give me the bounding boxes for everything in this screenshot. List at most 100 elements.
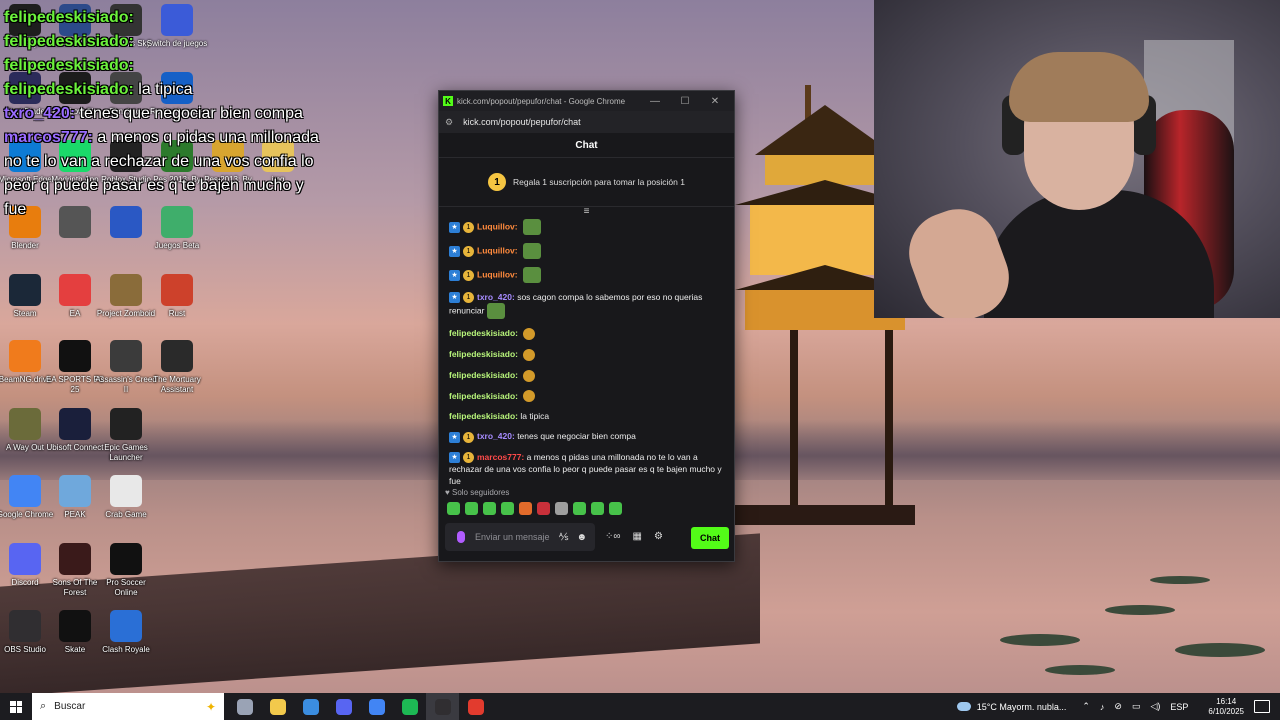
chat-emote [523,369,536,382]
chat-username[interactable]: txro_420: [477,431,515,441]
quick-emote-row[interactable] [447,502,622,515]
emote-6[interactable] [537,502,550,515]
gift-icon[interactable]: ▦ [633,531,642,542]
kicks-icon[interactable]: ⁘∞ [605,531,621,542]
overlay-username: txro_420: [4,105,76,122]
maximize-button[interactable]: ☐ [670,96,700,107]
microphone-icon[interactable] [457,531,465,543]
cloud-weather-icon [956,702,971,711]
minimize-button[interactable]: — [640,96,670,107]
emote-7[interactable] [555,502,568,515]
emote-8[interactable] [573,502,586,515]
close-button[interactable]: ✕ [700,96,730,107]
search-placeholder[interactable]: Buscar [54,701,206,712]
desktop-icon[interactable]: Clash Royale [94,610,158,655]
volume-icon[interactable]: ◁) [1150,701,1160,712]
desktop-icon[interactable]: The Mortuary Assistant [145,340,209,395]
language-indicator[interactable]: ESP [1170,702,1188,712]
emote-2[interactable] [465,502,478,515]
desktop-icon[interactable]: Rust [145,274,209,319]
clock[interactable]: 16:14 6/10/2025 [1208,697,1244,717]
translate-icon[interactable]: ⅍ [559,532,568,543]
overlay-username: felipedeskisiado: [4,57,134,74]
chat-username[interactable]: felipedeskisiado: [449,391,518,401]
overlay-username: felipedeskisiado: [4,9,134,26]
emote-10[interactable] [609,502,622,515]
taskbar-file-explorer-button[interactable] [261,693,294,720]
taskbar-search[interactable]: ⌕ Buscar ✦ [32,693,224,720]
chrome-chat-popup-window[interactable]: K kick.com/popout/pepufor/chat - Google … [438,90,735,562]
taskbar-recorder-button[interactable] [459,693,492,720]
chevron-up-icon[interactable]: ⌃ [1082,701,1090,712]
chat-username[interactable]: Luquillov: [477,269,518,279]
chat-message[interactable]: ★ 1 marcos777: a menos q pidas una millona… [449,451,729,487]
chat-username[interactable]: Luquillov: [477,221,518,231]
desktop-icon-label: Rust [168,309,186,318]
network-off-icon[interactable]: ⊘ [1114,701,1122,712]
clock-date: 6/10/2025 [1208,706,1244,716]
chat-username[interactable]: txro_420: [477,292,515,302]
chat-emote [522,243,541,259]
emote-5[interactable] [519,502,532,515]
chat-message[interactable]: ★ 1 txro_420: sos cagon compa lo sabemos p… [449,291,729,320]
chat-username[interactable]: felipedeskisiado: [449,370,518,380]
file-explorer-icon [269,698,286,715]
chat-message[interactable]: felipedeskisiado: [449,327,729,340]
chat-input-box[interactable]: Enviar un mensaje ⅍ ☻ [445,523,595,551]
emote-1[interactable] [447,502,460,515]
emoji-icon[interactable]: ☻ [576,532,587,543]
taskbar-discord-button[interactable] [327,693,360,720]
chat-username[interactable]: felipedeskisiado: [449,349,518,359]
overlay-chat-line: felipedeskisiado: [4,6,324,30]
emote-3[interactable] [483,502,496,515]
url-text[interactable]: kick.com/popout/pepufor/chat [463,117,581,127]
task-view-icon [236,698,253,715]
chat-message[interactable]: ★ 1 Luquillov: [449,243,729,259]
start-button[interactable] [0,700,32,713]
chat-message[interactable]: ★ 1 Luquillov: [449,267,729,283]
taskbar-task-view-button[interactable] [228,693,261,720]
window-titlebar[interactable]: K kick.com/popout/pepufor/chat - Google … [439,91,734,111]
emote-4[interactable] [501,502,514,515]
gifter-badge-icon: 1 [463,221,474,233]
chat-emote [487,303,506,320]
app-icon [59,543,91,575]
gift-sub-banner[interactable]: 1 Regala 1 suscripción para tomar la pos… [439,158,734,207]
desktop-icon-label: The Mortuary Assistant [153,375,201,394]
notification-icon[interactable] [1254,700,1270,713]
desktop-icon-label: Clash Royale [102,645,150,654]
chat-message[interactable]: felipedeskisiado: [449,390,729,403]
weather-widget[interactable]: 15°C Mayorm. nubla... [956,701,1067,712]
taskbar-chrome-button[interactable] [360,693,393,720]
stream-chat-overlay: felipedeskisiado: felipedeskisiado: feli… [4,6,324,222]
chat-username[interactable]: felipedeskisiado: [449,411,518,421]
overlay-chat-line: felipedeskisiado: [4,30,324,54]
chat-message[interactable]: ★ 1 Luquillov: [449,219,729,235]
chat-username[interactable]: Luquillov: [477,245,518,255]
chat-emote [522,219,541,235]
desktop-icon[interactable]: Crab Game [94,475,158,520]
chat-message[interactable]: felipedeskisiado: [449,369,729,382]
emote-9[interactable] [591,502,604,515]
desktop-icon[interactable]: Epic Games Launcher [94,408,158,463]
pinned-collapse-icon[interactable]: ≡ [439,207,734,217]
taskbar-obs-button[interactable] [426,693,459,720]
site-settings-icon[interactable]: ⚙ [445,117,453,128]
taskbar-microsoft-store-button[interactable] [294,693,327,720]
chrome-icon [368,698,385,715]
chat-username[interactable]: marcos777: [477,452,524,462]
copilot-sparkle-icon[interactable]: ✦ [206,700,216,714]
taskbar-spotify-button[interactable] [393,693,426,720]
chat-input-placeholder[interactable]: Enviar un mensaje [475,532,559,542]
desktop-icon[interactable]: Pro Soccer Online [94,543,158,598]
send-chat-button[interactable]: Chat [691,527,729,549]
battery-icon[interactable]: ▭ [1132,701,1141,712]
address-bar[interactable]: ⚙ kick.com/popout/pepufor/chat [439,111,734,133]
chat-message[interactable]: felipedeskisiado: la tipica [449,410,729,422]
chat-message[interactable]: ★ 1 txro_420: tenes que negociar bien comp… [449,430,729,443]
weather-text: 15°C Mayorm. nubla... [976,701,1067,712]
chat-username[interactable]: felipedeskisiado: [449,328,518,338]
settings-gear-icon[interactable]: ⚙ [654,531,663,542]
mic-tray-icon[interactable]: ♪ [1100,702,1105,712]
chat-message[interactable]: felipedeskisiado: [449,348,729,361]
